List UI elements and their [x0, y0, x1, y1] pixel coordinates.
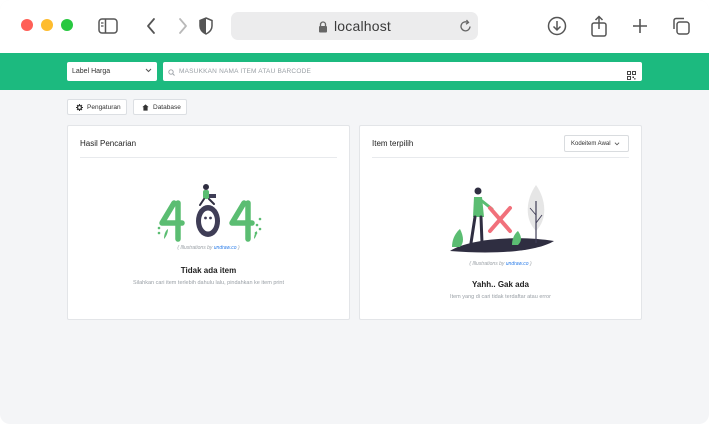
- settings-button[interactable]: Pengaturan: [67, 99, 127, 115]
- chevron-down-icon: [614, 141, 620, 148]
- minimize-window-button[interactable]: [41, 19, 53, 31]
- home-icon: [142, 103, 149, 111]
- illustration-credit: ( Illustrations by undraw.co ): [360, 261, 641, 267]
- empty-state-text: Item yang di cari tidak terdaftar atau e…: [450, 294, 551, 300]
- database-button-label: Database: [153, 103, 181, 111]
- share-icon[interactable]: [588, 15, 610, 37]
- url-text: localhost: [333, 18, 392, 34]
- empty-state-heading: Tidak ada item: [180, 266, 237, 275]
- credit-suffix: ): [528, 261, 532, 267]
- barcode-scan-icon[interactable]: [627, 67, 636, 85]
- label-type-select[interactable]: Label Harga: [67, 62, 157, 81]
- panel-divider: [80, 157, 337, 158]
- sort-select-value: Kodeitem Awal: [571, 140, 611, 147]
- panel-title: Hasil Pencarian: [80, 139, 137, 148]
- lock-icon: [318, 20, 328, 33]
- 404-illustration: [157, 184, 262, 242]
- gear-icon: [76, 103, 83, 111]
- database-button[interactable]: Database: [133, 99, 187, 115]
- search-results-panel: Hasil Pencarian (Illustrations by undra…: [67, 125, 350, 320]
- tab-overview-icon[interactable]: [670, 15, 692, 37]
- close-window-button[interactable]: [21, 19, 33, 31]
- reload-icon[interactable]: [459, 19, 472, 38]
- search-icon: [168, 63, 175, 81]
- privacy-shield-icon[interactable]: [195, 15, 217, 37]
- label-type-select-value: Label Harga: [72, 68, 111, 75]
- selected-items-panel: Item terpilih Kodeitem Awal (Illustrati…: [359, 125, 642, 320]
- empty-state-text: Silahkan cari item terlebih dahulu lalu,…: [132, 280, 285, 286]
- not-found-illustration: [450, 185, 554, 253]
- search-placeholder: MASUKKAN NAMA ITEM ATAU BARCODE: [179, 68, 312, 75]
- credit-suffix: ): [236, 245, 240, 251]
- download-icon[interactable]: [546, 15, 568, 37]
- browser-window: localhost Label Harga MASUKKAN NAMA ITEM…: [0, 0, 709, 424]
- credit-link[interactable]: undraw.co: [214, 245, 237, 251]
- chevron-down-icon: [145, 67, 152, 75]
- sort-select[interactable]: Kodeitem Awal: [564, 135, 629, 152]
- back-icon[interactable]: [140, 15, 162, 37]
- credit-link[interactable]: undraw.co: [506, 261, 529, 267]
- app-toolbar: Label Harga MASUKKAN NAMA ITEM ATAU BARC…: [0, 53, 709, 90]
- sidebar-toggle-icon[interactable]: [97, 15, 119, 37]
- forward-icon[interactable]: [172, 15, 194, 37]
- browser-chrome: localhost: [0, 0, 709, 53]
- new-tab-icon[interactable]: [629, 15, 651, 37]
- zoom-window-button[interactable]: [61, 19, 73, 31]
- credit-prefix: ( Illustrations by: [177, 245, 214, 251]
- settings-button-label: Pengaturan: [87, 103, 121, 111]
- empty-state-heading: Yahh.. Gak ada: [472, 280, 529, 289]
- credit-prefix: ( Illustrations by: [469, 261, 506, 267]
- panel-title: Item terpilih: [372, 139, 414, 148]
- address-bar[interactable]: localhost: [231, 12, 478, 40]
- panel-divider: [372, 157, 629, 158]
- illustration-credit: ( Illustrations by undraw.co ): [68, 245, 349, 251]
- item-search-input[interactable]: MASUKKAN NAMA ITEM ATAU BARCODE: [163, 62, 642, 81]
